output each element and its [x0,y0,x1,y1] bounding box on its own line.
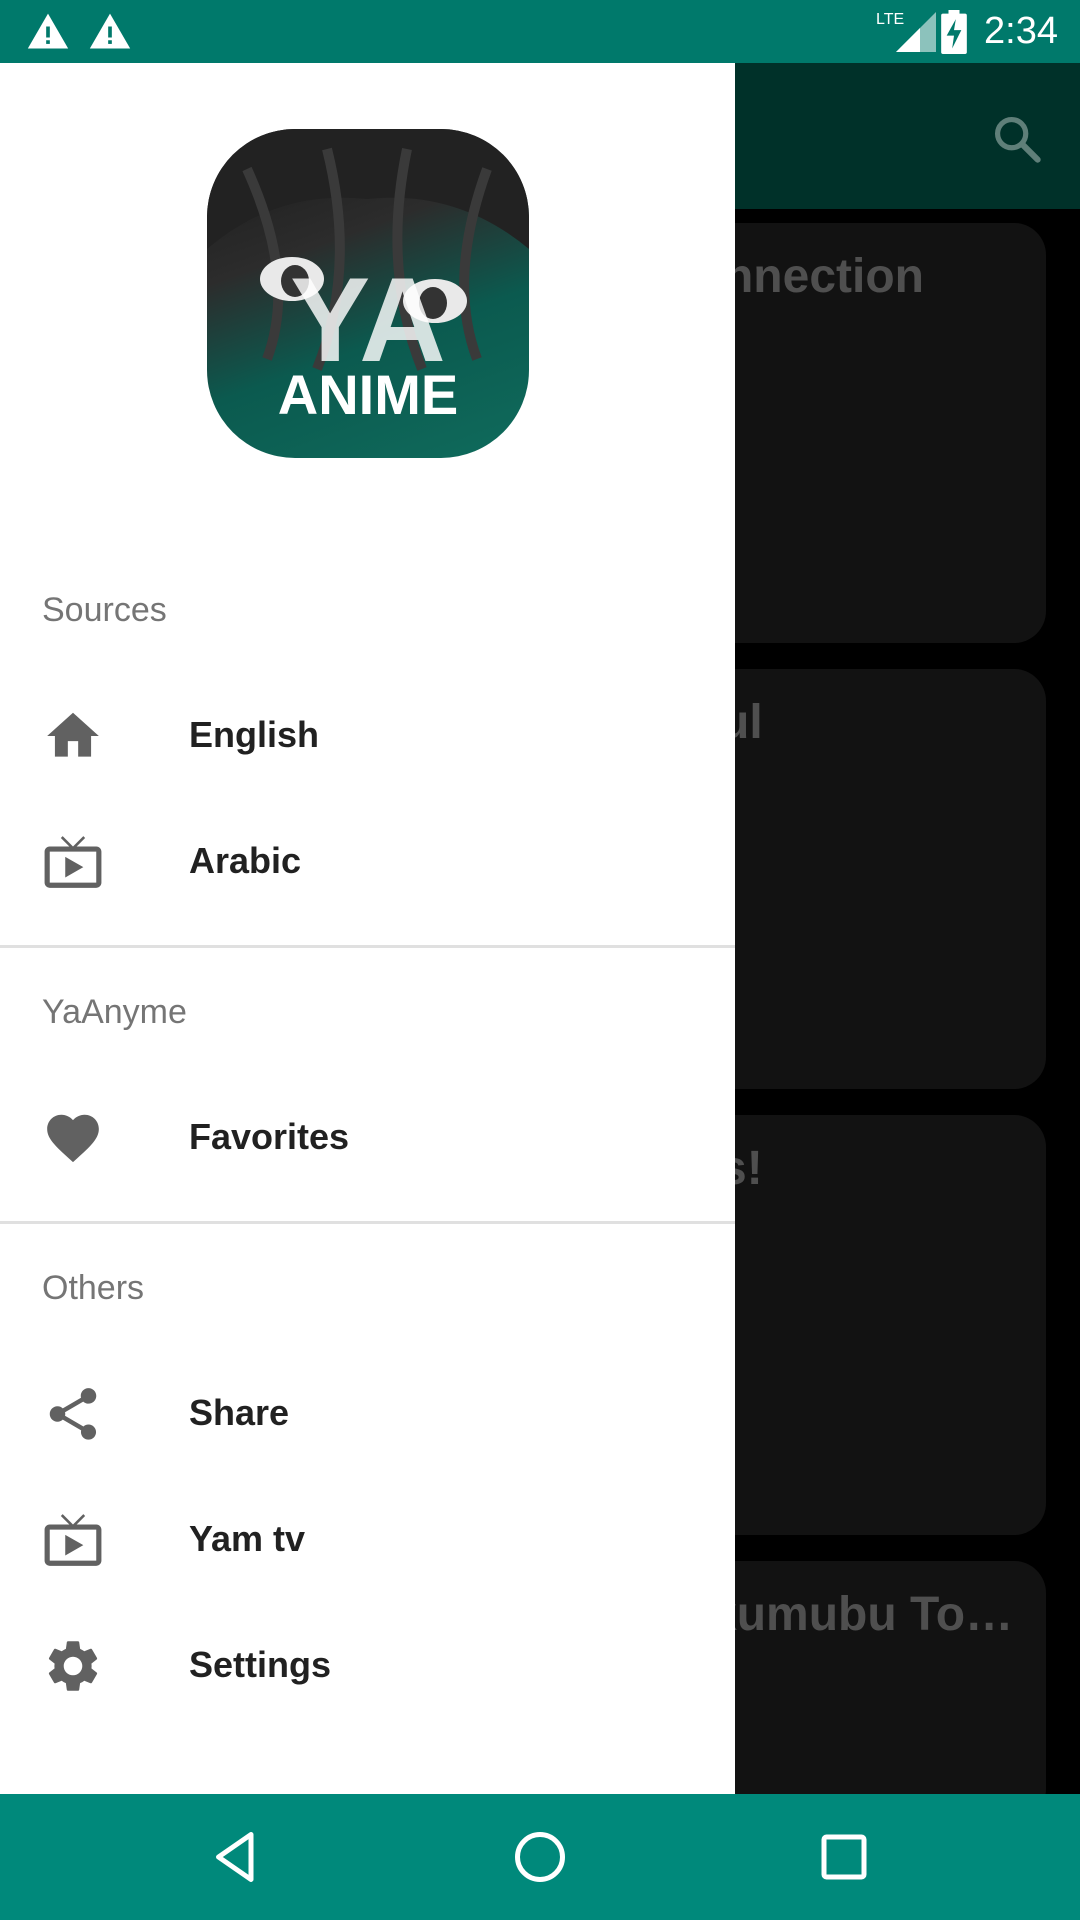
nav-item-label: Share [189,1392,290,1433]
lte-signal-icon: LTE [876,11,936,52]
svg-text:ANIME: ANIME [278,363,458,426]
back-icon[interactable] [206,1827,266,1887]
logo-artwork: YA ANIME [207,129,529,426]
section-label-others: Others [42,1269,145,1307]
card-title: kumubu To… [710,1588,1014,1641]
nav-item-yam-tv[interactable]: Yam tv [0,1476,735,1602]
nav-item-arabic[interactable]: Arabic [0,798,735,924]
nav-item-label: Favorites [189,1116,350,1157]
nav-item-label: English [189,714,320,755]
recents-icon[interactable] [814,1827,874,1887]
warning-icon [27,13,69,49]
system-nav-bar [0,1794,1080,1920]
divider [0,1221,735,1224]
status-bar: LTE 2:34 [0,0,1080,63]
anime-card[interactable]: s! [690,1115,1046,1535]
anime-card[interactable]: Connection [690,223,1046,643]
heart-icon [47,1114,99,1163]
status-time: 2:34 [984,10,1058,52]
tv-icon [44,836,102,888]
battery-charging-icon [941,10,967,54]
section-label-sources: Sources [42,591,167,629]
divider [0,945,735,948]
home-icon [47,712,99,757]
search-icon[interactable] [990,112,1042,164]
app-logo: YA ANIME [207,129,529,458]
navigation-drawer: YA ANIME Sources English Arabic YaAnyme … [0,63,735,1794]
section-label-yaanyme: YaAnyme [42,993,187,1031]
anime-card[interactable]: ul [690,669,1046,1089]
gear-icon [48,1641,98,1691]
nav-item-english[interactable]: English [0,672,735,798]
nav-item-label: Arabic [189,840,302,881]
warning-icon [89,13,131,49]
nav-item-label: Settings [189,1644,332,1685]
nav-item-settings[interactable]: Settings [0,1602,735,1728]
nav-item-share[interactable]: Share [0,1350,735,1476]
home-circle-icon[interactable] [510,1827,570,1887]
svg-text:LTE: LTE [876,11,904,28]
anime-card[interactable]: kumubu To… [690,1561,1046,1821]
tv-icon [44,1514,102,1566]
nav-item-favorites[interactable]: Favorites [0,1074,735,1200]
share-icon [49,1388,97,1440]
nav-item-label: Yam tv [189,1518,306,1559]
